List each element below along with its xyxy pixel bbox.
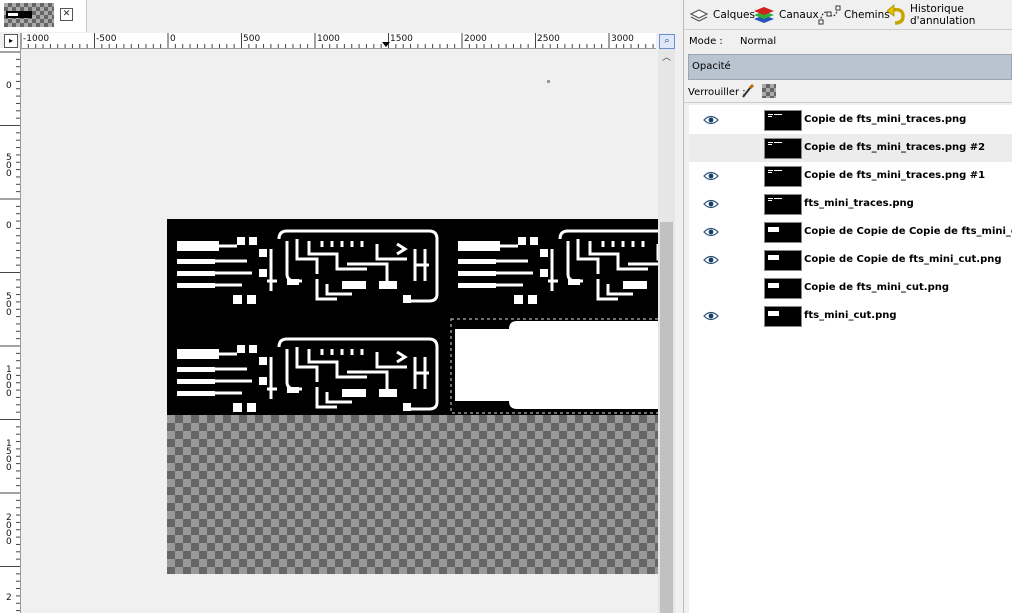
visibility-toggle[interactable] (703, 283, 719, 293)
layer-row[interactable]: fts_mini_cut.png (689, 302, 1012, 330)
ruler-label: 500 (6, 292, 20, 318)
layer-name: Copie de Copie de Copie de fts_mini_cut.… (804, 226, 1012, 237)
image-tab[interactable]: ✕ (0, 0, 87, 32)
pcb-image[interactable] (167, 219, 720, 415)
visibility-toggle[interactable] (703, 199, 719, 209)
ruler-label: 0 (170, 34, 176, 44)
eye-icon (703, 171, 719, 181)
layer-thumbnail (764, 166, 802, 187)
ruler-label: 3000 (611, 34, 634, 44)
ruler-horizontal[interactable]: -1000 -500 0 500 1000 1500 2000 2500 300… (20, 33, 656, 49)
layer-row[interactable]: Copie de fts_mini_traces.png (689, 106, 1012, 134)
tab-channels[interactable]: Canaux (752, 0, 819, 30)
layer-thumbnail (764, 278, 802, 299)
ruler-label: 1500 (390, 34, 413, 44)
ruler-label-text: 1500 (6, 439, 12, 473)
ruler-vertical[interactable]: 0 500 0 500 1000 1500 2000 2 (0, 48, 21, 613)
ruler-label: 2500 (537, 34, 560, 44)
tab-layers[interactable]: Calques (688, 0, 755, 30)
visibility-toggle[interactable] (703, 311, 719, 321)
ruler-label: 500 (243, 34, 261, 44)
scroll-up-icon[interactable]: ︿ (661, 53, 672, 63)
layer-name: fts_mini_cut.png (804, 310, 897, 321)
layer-row[interactable]: Copie de fts_mini_cut.png (689, 274, 1012, 302)
tab-paths[interactable]: Chemins (817, 0, 890, 30)
layer-thumbnail (764, 138, 802, 159)
layer-thumbnail (764, 250, 802, 271)
eye-icon (703, 227, 719, 237)
visibility-toggle[interactable] (703, 171, 719, 181)
pcb-traces (175, 229, 720, 414)
ruler-label: 0 (6, 81, 20, 91)
layer-row[interactable]: fts_mini_traces.png (689, 190, 1012, 218)
ruler-label: 1500 (6, 439, 20, 473)
tab-undo-history[interactable]: Historique d'annulation (885, 0, 1012, 30)
layer-name: Copie de Copie de fts_mini_cut.png (804, 254, 1002, 265)
ruler-label-text: 2 (6, 593, 12, 603)
lock-alpha-icon[interactable] (762, 84, 776, 98)
eye-icon (703, 255, 719, 265)
ruler-label: 2000 (6, 513, 20, 547)
ruler-label-text: 500 (6, 153, 12, 179)
layer-name: Copie de fts_mini_cut.png (804, 282, 950, 293)
layer-row[interactable]: Copie de fts_mini_traces.png #2 (689, 134, 1012, 162)
ruler-label: 500 (6, 153, 20, 179)
layer-name: Copie de fts_mini_traces.png (804, 114, 967, 125)
ruler-label: 2000 (464, 34, 487, 44)
tab-label: Historique d'annulation (910, 3, 976, 27)
close-icon[interactable]: ✕ (60, 8, 73, 21)
undo-icon (886, 4, 905, 25)
ruler-label-text: 1000 (6, 365, 12, 399)
layers-icon (689, 9, 709, 22)
quick-mask-toggle[interactable]: ▸ (4, 34, 18, 48)
ruler-label-text: 2000 (6, 513, 12, 547)
panel-divider (683, 102, 1012, 103)
ruler-label: -500 (96, 34, 117, 44)
lock-pixels-icon[interactable] (741, 83, 755, 99)
channels-icon (754, 7, 774, 23)
opacity-slider[interactable]: Opacité (688, 54, 1012, 80)
visibility-toggle[interactable] (703, 143, 719, 153)
ruler-label-text: 500 (6, 292, 12, 318)
visibility-toggle[interactable] (703, 227, 719, 237)
layer-name: Copie de fts_mini_traces.png #2 (804, 142, 986, 153)
eye-icon (703, 311, 719, 321)
layer-name: Copie de fts_mini_traces.png #1 (804, 170, 986, 181)
tab-label: Canaux (779, 9, 819, 21)
eye-icon (703, 115, 719, 125)
opacity-label: Opacité (692, 61, 731, 72)
ruler-label: 1000 (6, 365, 20, 399)
ruler-label-text: 0 (6, 81, 12, 91)
layer-row[interactable]: Copie de Copie de fts_mini_cut.png (689, 246, 1012, 274)
mode-label: Mode : (689, 36, 723, 47)
ruler-label: 2 (6, 593, 20, 603)
layer-row[interactable]: Copie de fts_mini_traces.png #1 (689, 162, 1012, 190)
tab-label: Calques (713, 9, 755, 21)
layer-name: fts_mini_traces.png (804, 198, 914, 209)
layer-thumbnail (764, 222, 802, 243)
scrollbar-thumb[interactable] (660, 222, 673, 613)
visibility-toggle[interactable] (703, 115, 719, 125)
paths-icon (818, 5, 841, 25)
layer-thumbnail (764, 110, 802, 131)
layer-row[interactable]: Copie de Copie de Copie de fts_mini_cut.… (689, 218, 1012, 246)
visibility-toggle[interactable] (703, 255, 719, 265)
canvas-dot (547, 80, 550, 83)
layer-thumbnail (764, 306, 802, 327)
ruler-label-text: 0 (6, 221, 12, 231)
layer-thumbnail (764, 194, 802, 215)
transparent-area[interactable] (167, 415, 658, 574)
tab-divider (683, 29, 1012, 30)
eye-icon (703, 199, 719, 209)
zoom-icon[interactable]: ⌕ (659, 34, 675, 49)
ruler-pointer-icon (382, 42, 390, 47)
ruler-label: -1000 (23, 34, 50, 44)
mode-select[interactable]: Normal (740, 36, 776, 47)
ruler-label: 1000 (317, 34, 340, 44)
image-thumbnail (4, 3, 54, 27)
lock-label: Verrouiller : (688, 87, 746, 98)
ruler-label: 0 (6, 221, 20, 231)
tab-label: Chemins (844, 9, 890, 21)
